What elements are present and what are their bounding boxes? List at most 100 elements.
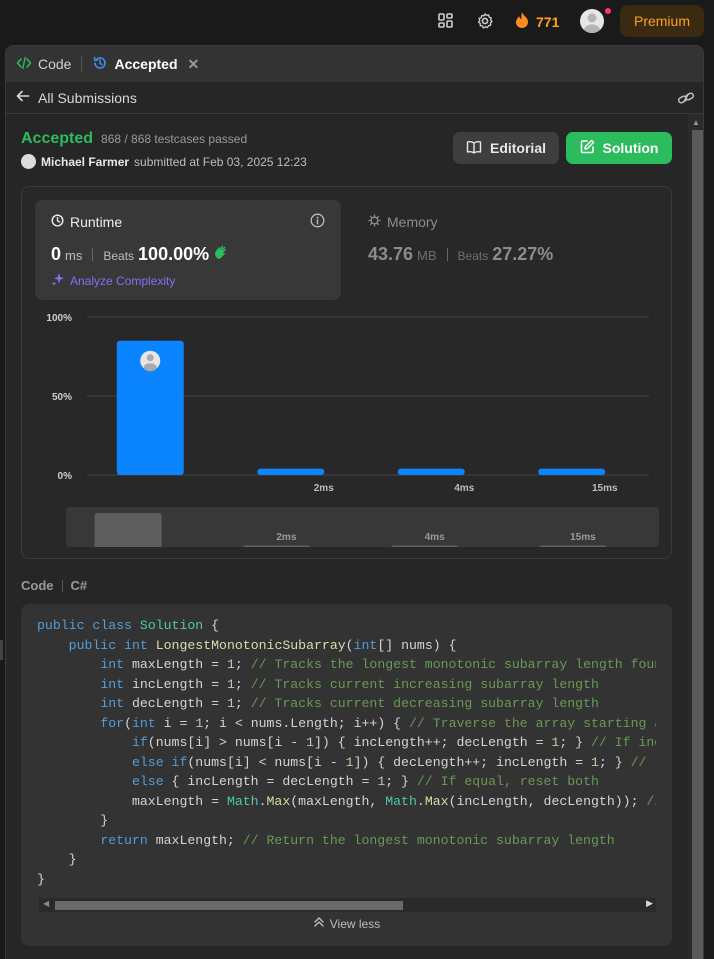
code-line: else if(nums[i] < nums[i - 1]) { decLeng…: [37, 753, 656, 773]
runtime-distribution-chart[interactable]: 100% 50% 0% 2ms 4ms 15ms: [22, 307, 673, 507]
chevrons-up-icon: [313, 916, 325, 931]
code-language: C#: [70, 578, 88, 593]
all-submissions-label: All Submissions: [38, 89, 137, 106]
top-bar: 771 Premium: [0, 0, 714, 42]
code-token: else: [131, 754, 164, 770]
status-label: Accepted: [21, 130, 94, 147]
range-selector-bar: [539, 545, 607, 547]
chart-y-tick-label: 50%: [52, 392, 72, 403]
horizontal-scroll-thumb[interactable]: [55, 901, 403, 910]
runtime-box[interactable]: Runtime 0 ms Beats 100.00% Analyze Compl…: [35, 200, 341, 300]
memory-beats-value: 27.27%: [492, 244, 554, 264]
chart-bar[interactable]: [538, 468, 606, 475]
code-token: class: [92, 618, 132, 633]
code-token: (nums[i] > nums[i -: [147, 735, 307, 750]
flame-icon: [514, 11, 530, 32]
range-selector-label: 2ms: [276, 532, 296, 543]
tab-code[interactable]: Code: [6, 46, 81, 82]
scroll-up-icon[interactable]: ▲: [692, 118, 700, 127]
code-token: // I: [630, 754, 656, 770]
tab-code-label: Code: [38, 56, 72, 72]
chart-bar[interactable]: [397, 468, 465, 475]
range-selector-label: 15ms: [570, 532, 596, 543]
code-token: 1: [226, 696, 235, 711]
code-token: 1: [226, 657, 235, 672]
scroll-left-icon[interactable]: ◀: [43, 899, 49, 908]
memory-box[interactable]: Memory 43.76 MB Beats 27.27%: [368, 200, 658, 300]
code-token: return: [100, 832, 148, 848]
range-selector-svg: 2ms 4ms 15ms: [94, 513, 607, 547]
horizontal-scrollbar[interactable]: ◀ ▶: [39, 898, 656, 912]
streak-counter[interactable]: 771: [514, 11, 559, 32]
submission-content: Accepted 868 / 868 testcases passed Mich…: [6, 114, 688, 959]
code-token: else: [131, 774, 164, 789]
author-name[interactable]: Michael Farmer: [41, 155, 129, 169]
code-token: ; }: [598, 754, 631, 770]
code-icon: [16, 56, 32, 73]
user-avatar[interactable]: [580, 9, 604, 33]
chart-x-tick-label: 2ms: [314, 483, 334, 494]
code-token: for: [100, 715, 125, 731]
premium-button[interactable]: Premium: [620, 5, 704, 37]
memory-unit: MB: [417, 248, 437, 263]
code-line: int decLength = 1; // Tracks current dec…: [37, 694, 656, 714]
code-token: // Traverse the array starting at: [409, 715, 656, 731]
code-token: {: [203, 618, 220, 633]
code-token: }: [37, 871, 45, 887]
view-less-label: View less: [329, 916, 381, 931]
code-token: ;: [234, 657, 251, 672]
layout-grid-icon[interactable]: [437, 12, 455, 30]
chart-range-selector[interactable]: 2ms 4ms 15ms: [66, 507, 659, 547]
code-line: public class Solution {: [37, 616, 656, 636]
code-token: int: [100, 676, 125, 692]
vertical-scroll-thumb[interactable]: [692, 130, 703, 959]
view-less-button[interactable]: View less: [21, 916, 672, 931]
gear-icon[interactable]: [476, 12, 494, 30]
code-token: int: [100, 696, 125, 711]
solution-button[interactable]: Solution: [566, 132, 672, 164]
author-avatar[interactable]: [21, 154, 36, 169]
editorial-button[interactable]: Editorial: [453, 132, 559, 164]
code-editor[interactable]: public class Solution { public int Longe…: [37, 616, 656, 894]
edit-icon: [580, 139, 595, 157]
all-submissions-link[interactable]: All Submissions: [16, 89, 137, 106]
chart-x-tick-label: 4ms: [454, 483, 474, 494]
analyze-complexity-link[interactable]: Analyze Complexity: [51, 272, 175, 289]
code-token: int: [124, 637, 148, 653]
submissions-bar: All Submissions: [6, 82, 703, 114]
code-token: Math: [385, 793, 417, 809]
code-token: Max: [266, 793, 291, 809]
code-token: maxLength =: [124, 657, 227, 672]
code-token: i =: [155, 715, 196, 731]
code-line: }: [37, 870, 656, 890]
code-token: int: [353, 637, 378, 653]
submission-status: Accepted 868 / 868 testcases passed: [21, 130, 247, 148]
scroll-right-icon[interactable]: ▶: [646, 898, 653, 909]
code-token: 1: [591, 754, 599, 770]
code-line: if(nums[i] > nums[i - 1]) { incLength++;…: [37, 733, 656, 753]
code-line: int incLength = 1; // Tracks current inc…: [37, 675, 656, 695]
runtime-unit: ms: [65, 248, 83, 263]
code-token: public: [68, 637, 117, 653]
link-icon[interactable]: [677, 90, 695, 109]
memory-beats-label: Beats: [457, 249, 489, 263]
code-token: ; i < nums.Length; i++) {: [203, 715, 409, 731]
range-selector-bar: [391, 545, 459, 547]
code-token: incLength =: [124, 676, 227, 692]
close-icon[interactable]: ✕: [188, 56, 200, 73]
tab-accepted[interactable]: Accepted ✕: [82, 46, 209, 82]
clock-icon: [51, 214, 64, 230]
chart-bar[interactable]: [257, 468, 325, 475]
code-token: (nums[i] < nums[i -: [187, 754, 346, 770]
info-icon[interactable]: [310, 213, 325, 231]
memory-title-label: Memory: [387, 214, 438, 230]
